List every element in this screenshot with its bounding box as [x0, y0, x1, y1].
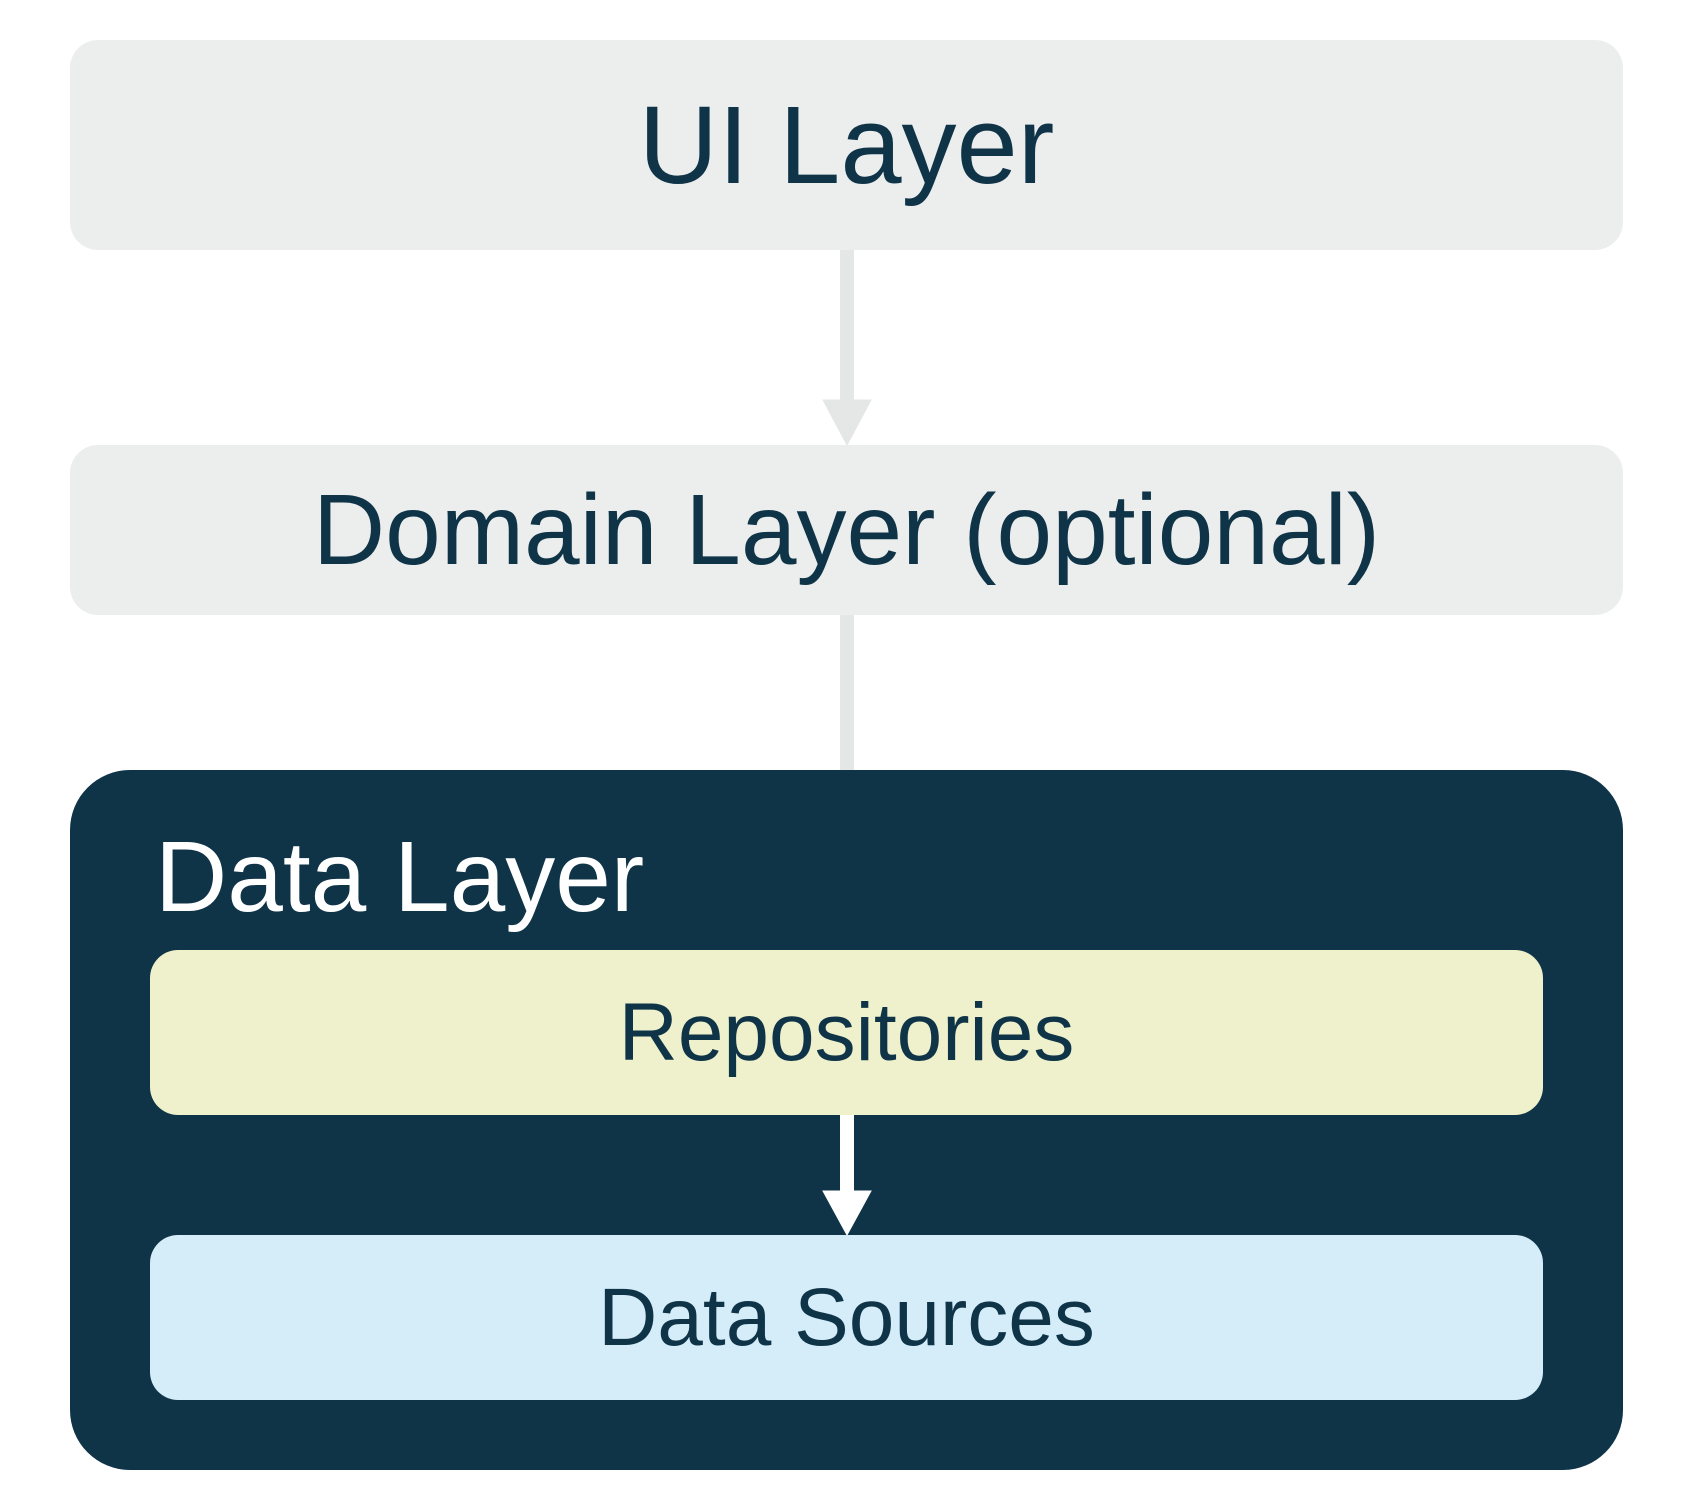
- repositories-box: Repositories: [150, 950, 1543, 1115]
- arrow-repositories-to-sources: [150, 1115, 1543, 1235]
- data-sources-box: Data Sources: [150, 1235, 1543, 1400]
- domain-layer-box: Domain Layer (optional): [70, 445, 1623, 615]
- arrow-down-icon: [817, 250, 877, 445]
- ui-layer-label: UI Layer: [639, 82, 1055, 209]
- data-layer-title: Data Layer: [150, 820, 1543, 935]
- architecture-diagram: UI Layer Domain Layer (optional) Data La…: [0, 0, 1693, 1511]
- ui-layer-box: UI Layer: [70, 40, 1623, 250]
- arrow-ui-to-domain: [70, 250, 1623, 445]
- data-sources-label: Data Sources: [598, 1271, 1095, 1365]
- data-layer-panel: Data Layer Repositories Data Sources: [70, 770, 1623, 1470]
- arrow-domain-to-data: [70, 615, 1623, 770]
- repositories-label: Repositories: [619, 986, 1075, 1080]
- domain-layer-label: Domain Layer (optional): [313, 473, 1380, 588]
- arrow-down-icon: [817, 1115, 877, 1235]
